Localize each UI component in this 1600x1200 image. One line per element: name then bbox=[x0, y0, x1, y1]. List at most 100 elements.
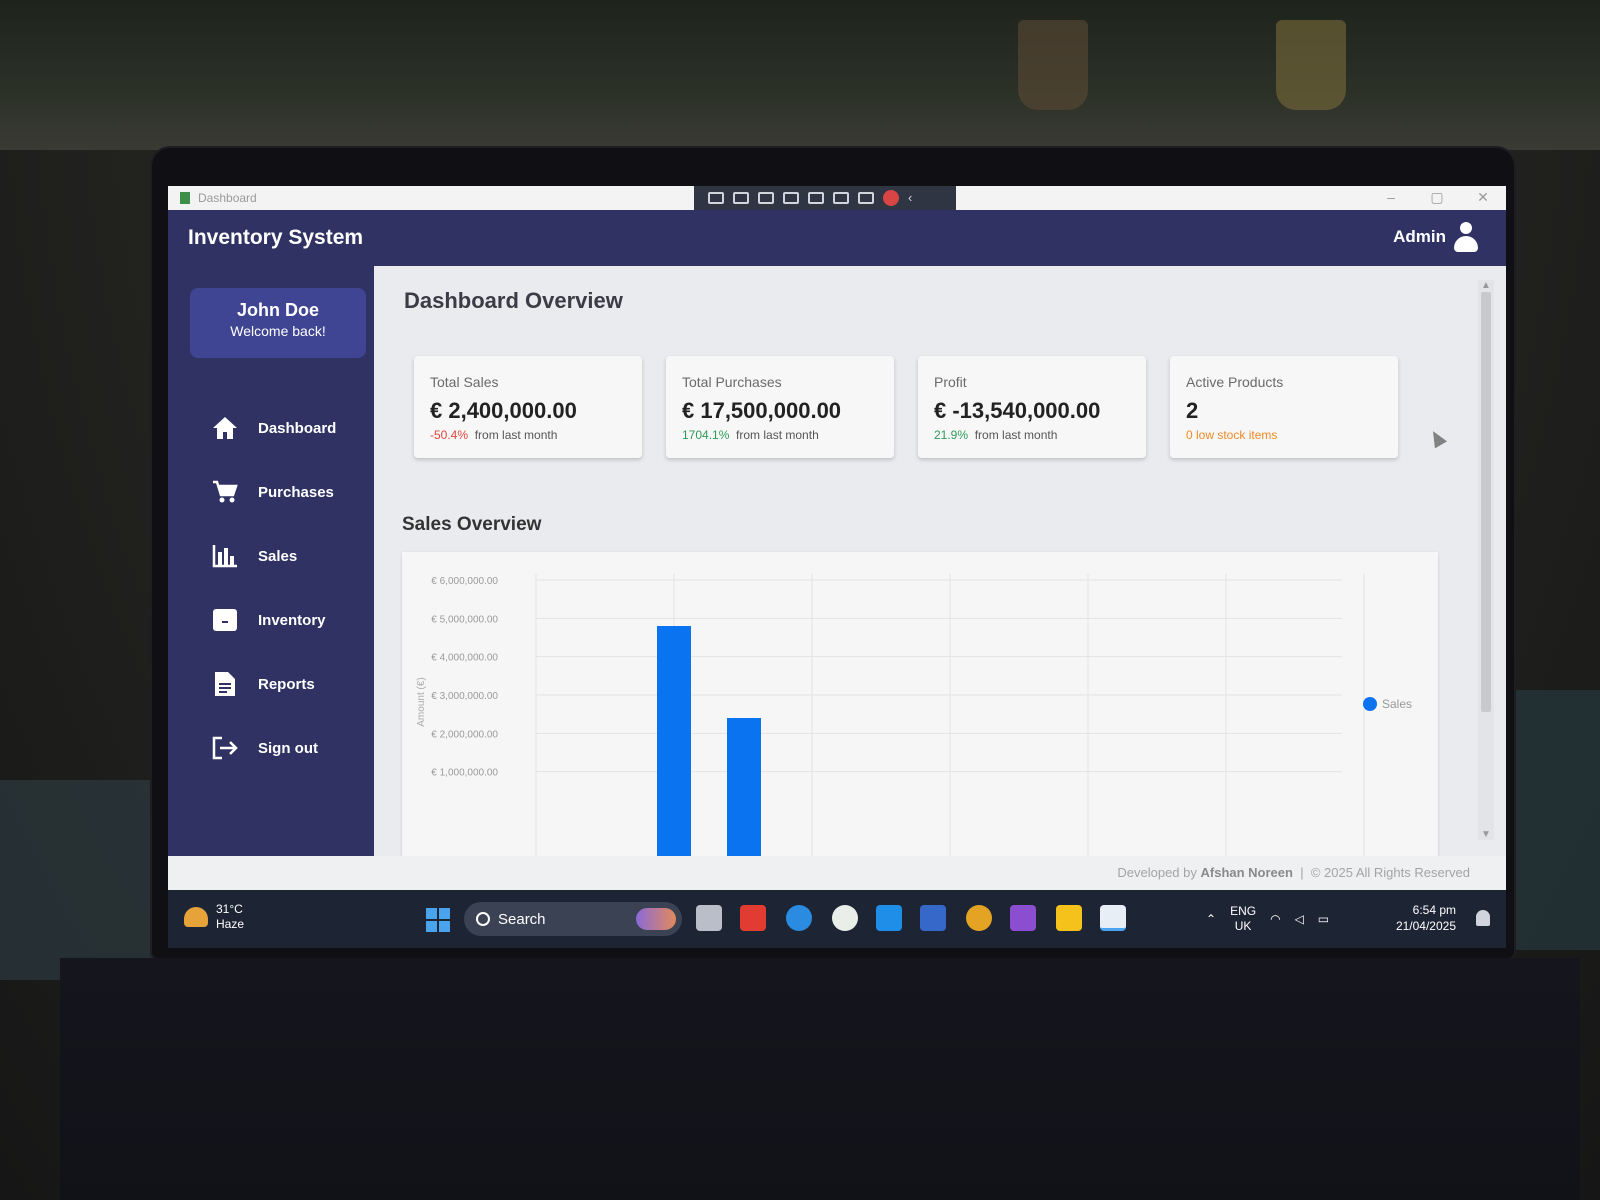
windows-start-icon[interactable] bbox=[426, 908, 450, 932]
bar-chart-icon bbox=[212, 543, 238, 569]
azure-icon[interactable] bbox=[876, 905, 902, 931]
y-tick-label: € 3,000,000.00 bbox=[431, 691, 498, 702]
user-card: John Doe Welcome back! bbox=[190, 288, 366, 358]
clock-date: 21/04/2025 bbox=[1395, 919, 1456, 933]
sidebar-item-label: Inventory bbox=[258, 611, 326, 629]
bar-sales bbox=[657, 626, 691, 856]
card-change: 1704.1% bbox=[682, 428, 730, 442]
sales-chart-svg: € 6,000,000.00 € 5,000,000.00 € 4,000,000.… bbox=[416, 574, 1412, 856]
sidebar-item-inventory[interactable]: Inventory bbox=[168, 588, 374, 652]
language-indicator[interactable]: ENG UK bbox=[1230, 904, 1256, 934]
legend-marker bbox=[1363, 697, 1377, 711]
plant-pot bbox=[1018, 20, 1088, 110]
card-change-suffix: from last month bbox=[474, 428, 558, 442]
edge-icon[interactable] bbox=[786, 905, 812, 931]
lang-top: ENG bbox=[1230, 904, 1257, 918]
y-axis-label: Amount (€) bbox=[416, 677, 427, 726]
taskbar-search[interactable]: Search bbox=[464, 902, 682, 936]
app-icon bbox=[180, 192, 190, 204]
chevron-up-icon[interactable]: ⌃ bbox=[1206, 912, 1216, 926]
visual-studio-icon[interactable] bbox=[1010, 905, 1036, 931]
search-icon bbox=[476, 912, 490, 926]
card-label: Active Products bbox=[1186, 374, 1284, 390]
low-stock-note: 0 low stock items bbox=[1186, 428, 1278, 442]
card-change-suffix: from last month bbox=[974, 428, 1058, 442]
admin-label: Admin bbox=[1393, 227, 1446, 246]
vertical-scrollbar[interactable]: ▲ ▼ bbox=[1478, 280, 1494, 840]
camera-icon[interactable] bbox=[733, 192, 749, 204]
y-tick-label: € 1,000,000.00 bbox=[431, 768, 498, 779]
device-icon[interactable] bbox=[833, 192, 849, 204]
close-button[interactable]: ✕ bbox=[1460, 186, 1506, 210]
inventory-app-icon[interactable] bbox=[1100, 905, 1126, 931]
card-value: € 2,400,000.00 bbox=[430, 398, 577, 423]
y-tick-label: € 2,000,000.00 bbox=[431, 729, 498, 740]
sidebar-item-purchases[interactable]: Purchases bbox=[168, 460, 374, 524]
wifi-icon[interactable]: ◠ bbox=[1270, 912, 1280, 926]
scroll-up-icon[interactable]: ▲ bbox=[1478, 280, 1494, 291]
weather-icon bbox=[184, 907, 208, 927]
system-tray: ⌃ ENG UK ◠ ◁ ▭ bbox=[1206, 904, 1329, 934]
sidebar-item-dashboard[interactable]: Dashboard bbox=[168, 396, 374, 460]
sales-chart: € 6,000,000.00 € 5,000,000.00 € 4,000,000.… bbox=[402, 552, 1438, 856]
window-controls: – ▢ ✕ bbox=[1368, 186, 1506, 210]
notification-bell-icon[interactable] bbox=[1476, 910, 1490, 926]
plant-pot bbox=[1276, 20, 1346, 110]
weather-widget[interactable]: 31°C Haze bbox=[184, 902, 244, 932]
sidebar: John Doe Welcome back! Dashboard Purchas… bbox=[168, 266, 374, 856]
sticky-notes-icon[interactable] bbox=[1056, 905, 1082, 931]
app-title: Inventory System bbox=[188, 226, 364, 249]
laptop-screen: Dashboard ‹ – ▢ ✕ Inventory System Admin… bbox=[168, 186, 1506, 948]
resize-icon[interactable] bbox=[808, 192, 824, 204]
toolbar-icon[interactable] bbox=[708, 192, 724, 204]
card-label: Total Purchases bbox=[682, 374, 782, 390]
stop-icon[interactable] bbox=[883, 190, 899, 206]
chrome-icon[interactable] bbox=[966, 905, 992, 931]
card-value: 2 bbox=[1186, 398, 1199, 423]
user-greeting: Welcome back! bbox=[230, 323, 326, 339]
bar-sales bbox=[727, 718, 761, 856]
clock[interactable]: 6:54 pm 21/04/2025 bbox=[1396, 902, 1456, 934]
card-change: -50.4% bbox=[430, 428, 469, 442]
task-view-icon[interactable] bbox=[696, 905, 722, 931]
fit-screen-icon[interactable] bbox=[783, 192, 799, 204]
battery-icon[interactable]: ▭ bbox=[1318, 912, 1329, 926]
footer-prefix: Developed by bbox=[1117, 865, 1197, 880]
card-change-suffix: from last month bbox=[736, 428, 819, 442]
window-titlebar: Dashboard ‹ – ▢ ✕ bbox=[168, 186, 1506, 210]
trello-icon[interactable] bbox=[920, 905, 946, 931]
background-plants bbox=[0, 0, 1600, 150]
accessibility-icon[interactable] bbox=[858, 192, 874, 204]
remote-toolbar: ‹ bbox=[694, 186, 956, 210]
fabric-background bbox=[0, 780, 160, 980]
weather-desc: Haze bbox=[216, 917, 245, 931]
page-title: Dashboard Overview bbox=[404, 288, 623, 313]
mongodb-icon[interactable] bbox=[832, 905, 858, 931]
sidebar-nav: Dashboard Purchases Sales Inventory Repo… bbox=[168, 396, 374, 780]
window-title: Dashboard bbox=[198, 191, 257, 205]
weather-text: 31°C Haze bbox=[216, 902, 244, 932]
anydesk-icon[interactable] bbox=[740, 905, 766, 931]
y-tick-label: € 6,000,000.00 bbox=[431, 576, 498, 587]
collapse-icon[interactable]: ‹ bbox=[908, 191, 916, 204]
admin-menu[interactable]: Admin bbox=[1393, 222, 1480, 252]
stat-card-profit: Profit € -13,540,000.00 21.9% from last … bbox=[918, 356, 1146, 458]
stat-card-active-products: Active Products 2 0 low stock items bbox=[1170, 356, 1398, 458]
card-value: € 17,500,000.00 bbox=[682, 398, 842, 423]
maximize-button[interactable]: ▢ bbox=[1414, 186, 1460, 210]
scroll-down-icon[interactable]: ▼ bbox=[1478, 829, 1494, 840]
sidebar-item-sales[interactable]: Sales bbox=[168, 524, 374, 588]
scroll-thumb[interactable] bbox=[1481, 292, 1491, 712]
volume-icon[interactable]: ◁ bbox=[1295, 912, 1304, 926]
laptop-keyboard-area bbox=[60, 958, 1580, 1200]
minimize-button[interactable]: – bbox=[1368, 186, 1414, 210]
pointer-icon[interactable] bbox=[758, 192, 774, 204]
stat-card-total-sales: Total Sales € 2,400,000.00 -50.4% from l… bbox=[414, 356, 642, 458]
footer-separator: | bbox=[1300, 865, 1304, 880]
sidebar-item-sign-out[interactable]: Sign out bbox=[168, 716, 374, 780]
card-change: 21.9% bbox=[934, 428, 969, 442]
stat-card-total-purchases: Total Purchases € 17,500,000.00 1704.1% … bbox=[666, 356, 894, 458]
legend-label: Sales bbox=[1382, 697, 1412, 711]
document-icon bbox=[212, 671, 238, 697]
sidebar-item-reports[interactable]: Reports bbox=[168, 652, 374, 716]
